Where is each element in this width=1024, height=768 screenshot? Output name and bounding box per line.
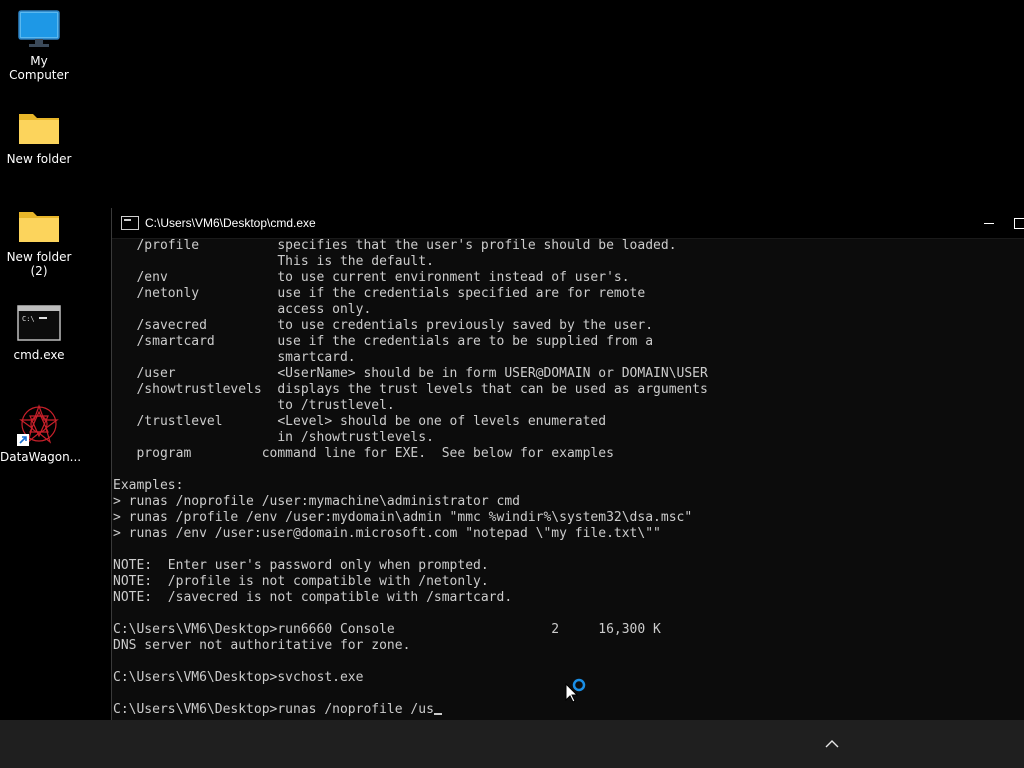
terminal-line: > runas /noprofile /user:mymachine\admin… — [113, 494, 520, 509]
show-hidden-icons-button[interactable] — [822, 734, 842, 754]
terminal-line: > runas /profile /env /user:mydomain\adm… — [113, 510, 693, 525]
desktop-icon-new-folder[interactable]: New folder — [0, 108, 78, 166]
terminal-line: /profile specifies that the user's profi… — [113, 238, 677, 253]
desktop-icon-label: New folder (2) — [6, 250, 72, 278]
terminal-output[interactable]: /profile specifies that the user's profi… — [112, 238, 1024, 720]
cmd-icon: C:\ — [17, 305, 61, 341]
svg-text:C:\: C:\ — [22, 315, 35, 323]
desktop-icon-cmd[interactable]: C:\ cmd.exe — [0, 304, 78, 362]
maximize-button[interactable] — [1011, 208, 1024, 238]
terminal-line: /smartcard use if the credentials are to… — [113, 334, 654, 349]
cmd-window[interactable]: C:\Users\VM6\Desktop\cmd.exe /profile sp… — [111, 208, 1024, 720]
maximize-icon — [1014, 217, 1024, 229]
terminal-line: access only. — [113, 302, 372, 317]
terminal-line: NOTE: /savecred is not compatible with /… — [113, 590, 513, 605]
desktop-icon-my-computer[interactable]: My Computer — [0, 10, 78, 82]
terminal-line: NOTE: /profile is not compatible with /n… — [113, 574, 489, 589]
terminal-line: in /showtrustlevels. — [113, 430, 434, 445]
monitor-icon — [18, 10, 60, 47]
window-titlebar[interactable]: C:\Users\VM6\Desktop\cmd.exe — [112, 208, 1024, 239]
app-star-icon — [17, 404, 59, 446]
taskbar — [0, 720, 1024, 768]
terminal-line: /netonly use if the credentials specifie… — [113, 286, 646, 301]
terminal-line: to /trustlevel. — [113, 398, 395, 413]
terminal-line: program command line for EXE. See below … — [113, 446, 614, 461]
cmd-app-icon — [121, 216, 139, 230]
terminal-line: DNS server not authoritative for zone. — [113, 638, 411, 653]
terminal-line: /user <UserName> should be in form USER@… — [113, 366, 708, 381]
terminal-line: This is the default. — [113, 254, 434, 269]
busy-cursor-icon — [565, 678, 586, 703]
folder-icon — [19, 212, 59, 242]
terminal-line: C:\Users\VM6\Desktop>run6660 Console 2 1… — [113, 622, 661, 637]
minimize-button[interactable] — [967, 208, 1011, 238]
desktop-icon-label: DataWagon... — [0, 450, 82, 464]
terminal-line: NOTE: Enter user's password only when pr… — [113, 558, 489, 573]
terminal-line: Examples: — [113, 478, 184, 493]
minimize-icon — [984, 222, 994, 224]
folder-icon — [19, 114, 59, 144]
desktop-icon-new-folder-2[interactable]: New folder (2) — [0, 206, 78, 278]
chevron-up-icon — [825, 740, 839, 748]
desktop-icon-label: My Computer — [9, 54, 69, 82]
command-prompt-line[interactable]: C:\Users\VM6\Desktop>runas /noprofile /u… — [113, 702, 1024, 718]
desktop-icon-label: New folder — [6, 152, 72, 166]
desktop-icon-datawagon[interactable]: DataWagon... — [0, 402, 82, 464]
terminal-line: /showtrustlevels displays the trust leve… — [113, 382, 708, 397]
desktop-icon-label: cmd.exe — [13, 348, 65, 362]
terminal-line: /trustlevel <Level> should be one of lev… — [113, 414, 607, 429]
terminal-line: /env to use current environment instead … — [113, 270, 630, 285]
window-title: C:\Users\VM6\Desktop\cmd.exe — [145, 216, 316, 230]
command-input-text: C:\Users\VM6\Desktop>runas /noprofile /u… — [113, 702, 434, 717]
terminal-line: /savecred to use credentials previously … — [113, 318, 654, 333]
text-cursor — [433, 713, 442, 715]
terminal-line: smartcard. — [113, 350, 356, 365]
terminal-line: > runas /env /user:user@domain.microsoft… — [113, 526, 661, 541]
